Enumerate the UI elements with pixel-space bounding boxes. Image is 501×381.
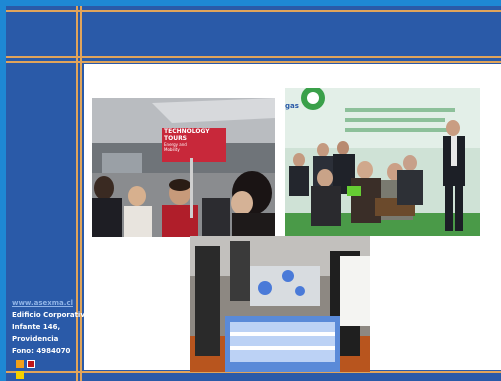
address-line-2: Infante 146, [12,323,61,331]
address-line-1: Edificio Corporativo [12,311,90,319]
tour-sign-line4: Mobility [164,147,180,152]
photo-technology-tours: TECHNOLOGY TOURS Energy and Mobility [92,98,275,237]
address-line-3: Providencia [12,335,59,343]
address-line-4: Fono: 4984070 [12,347,71,355]
decorative-square-orange [16,360,24,368]
tour-sign: TECHNOLOGY TOURS Energy and Mobility [162,128,226,162]
presentation-gas-label: gas [285,102,299,110]
tour-sign-line1: TECHNOLOGY [164,128,210,135]
decorative-square-yellow [16,371,24,379]
website-link[interactable]: www.asexma.cl [12,297,78,309]
contact-info: www.asexma.cl Edificio Corporativo Infan… [12,297,90,357]
tour-sign-line2: TOURS [164,135,188,142]
decorative-square-red [27,360,35,368]
sidebar-line-2 [80,6,82,381]
photo-exhibit [190,236,370,372]
photo-presentation: gas [285,88,480,236]
